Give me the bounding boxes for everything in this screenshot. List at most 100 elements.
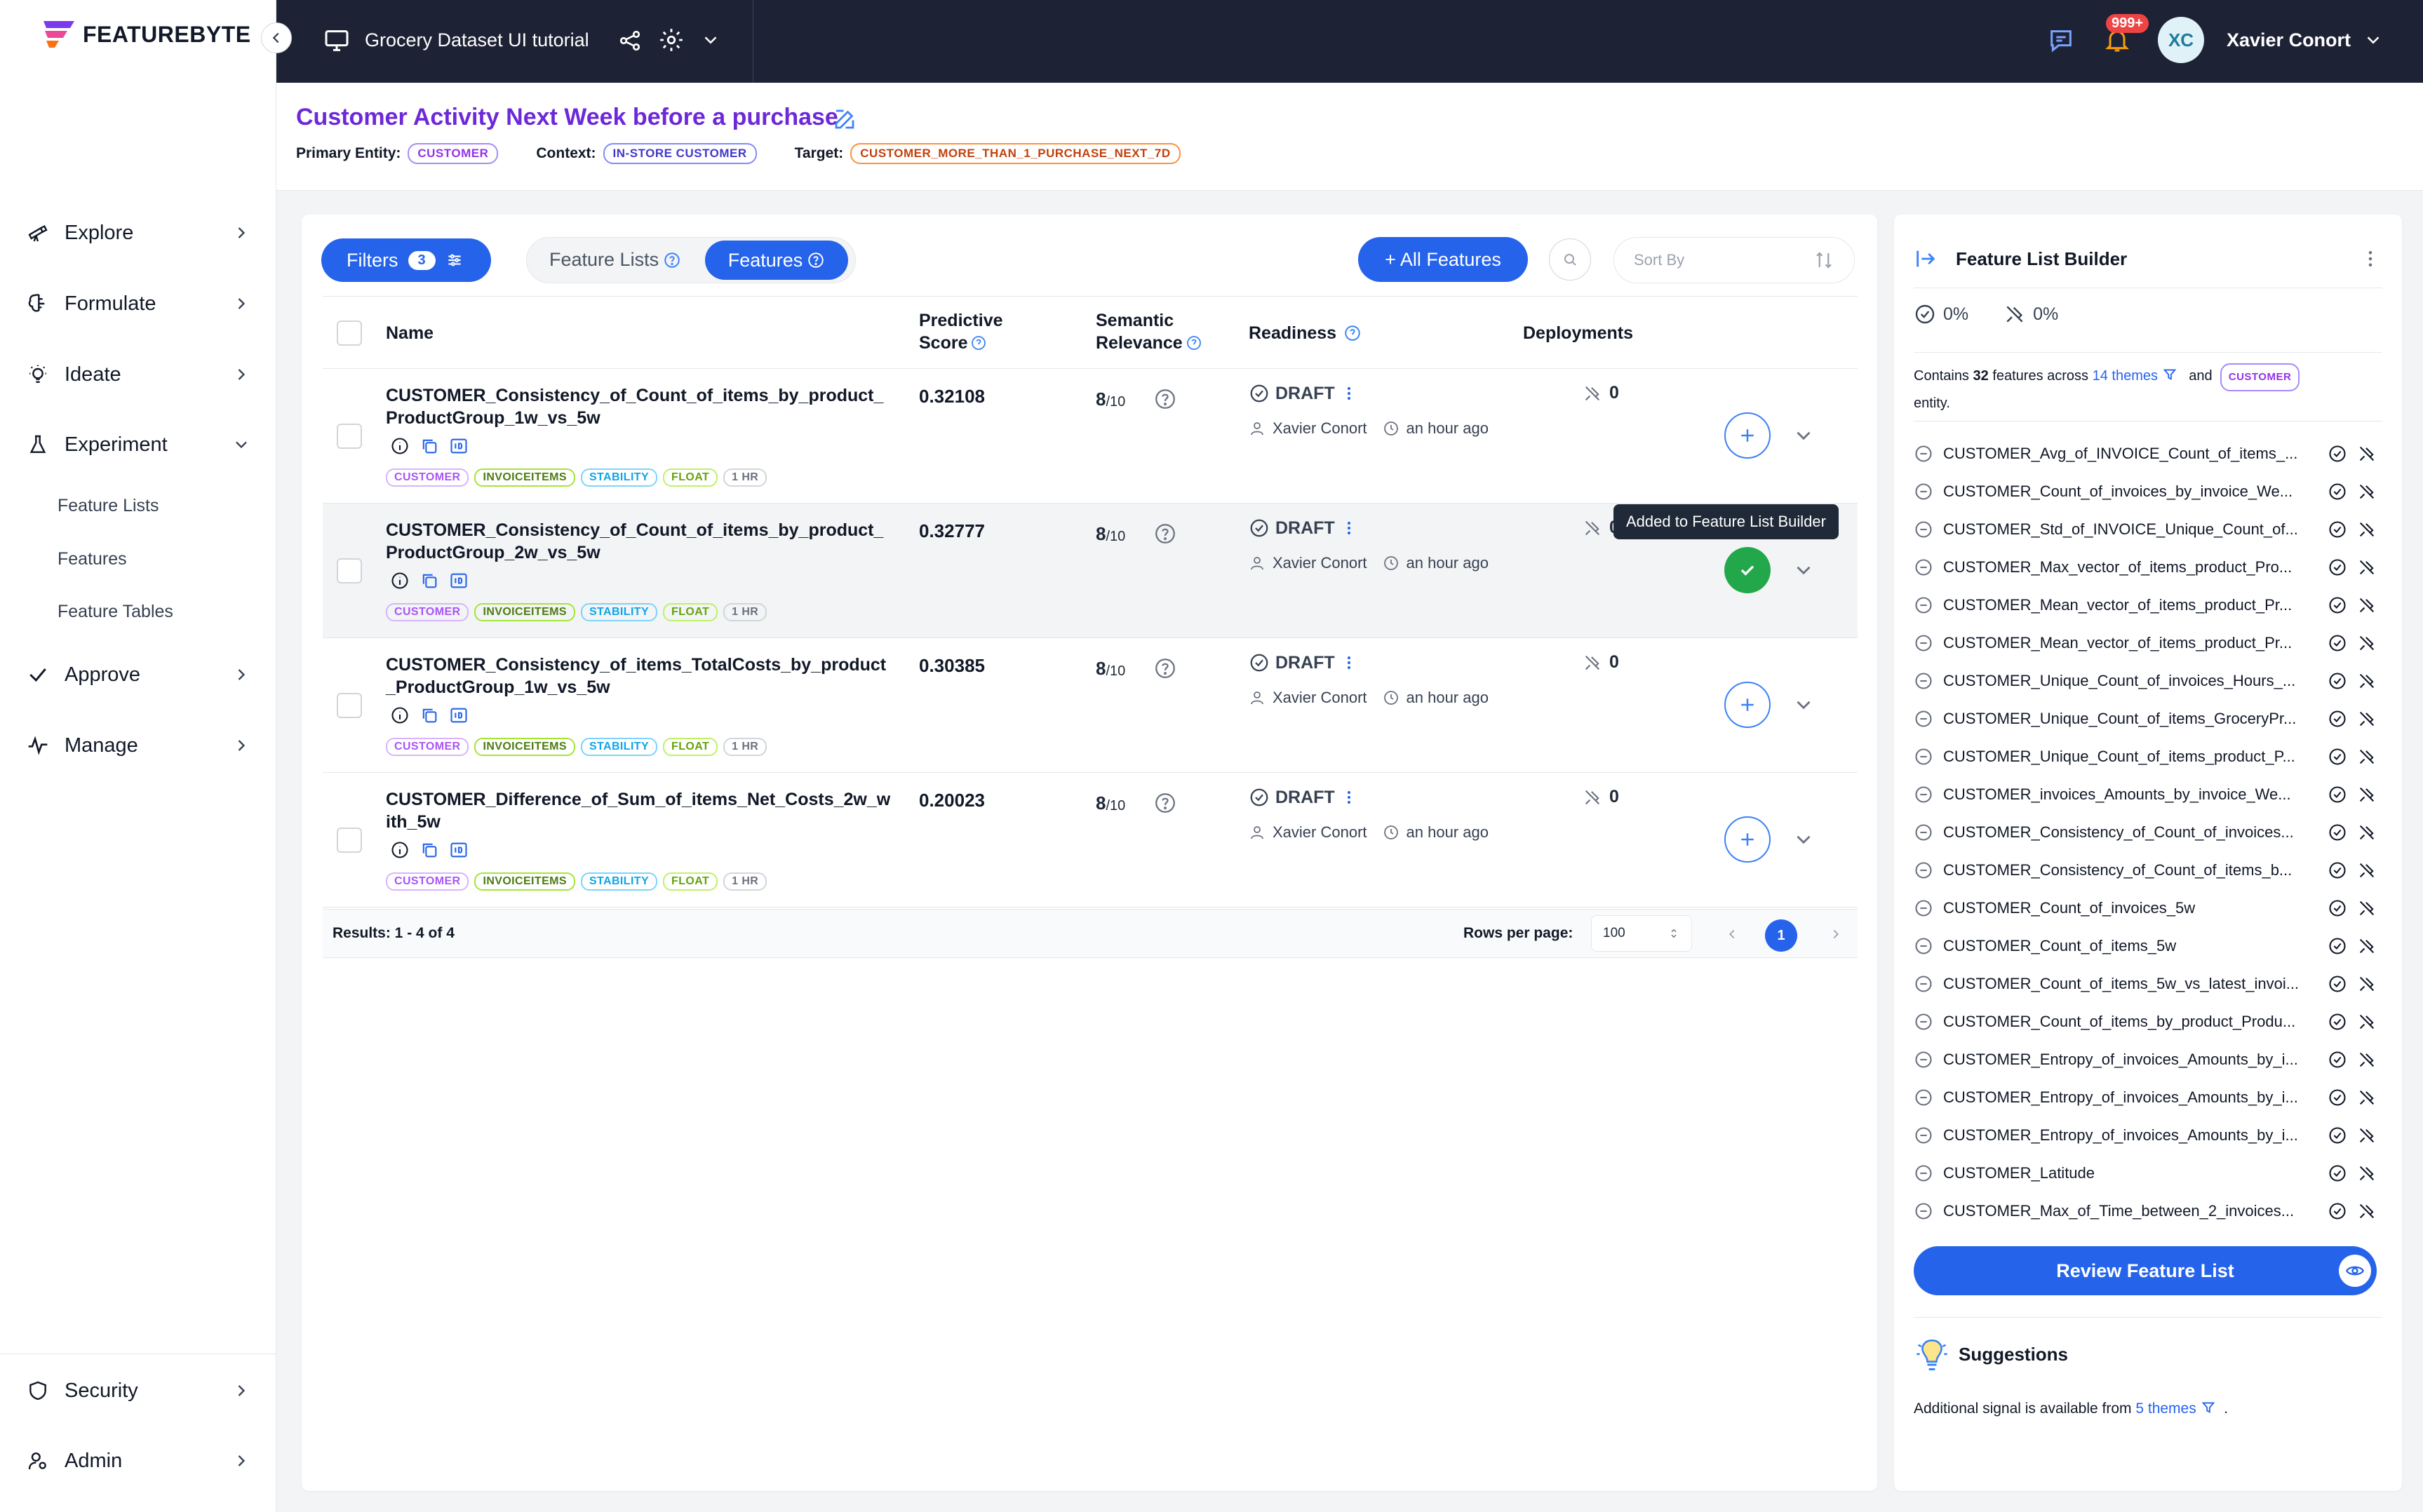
sidebar-subitem-feature-tables[interactable]: Feature Tables [58, 602, 173, 622]
builder-feature-item[interactable]: CUSTOMER_Unique_Count_of_invoices_Hours_… [1914, 662, 2377, 700]
primary-entity-pill[interactable]: CUSTOMER [408, 143, 499, 164]
copy-icon[interactable] [420, 436, 439, 456]
added-to-list-button[interactable] [1724, 547, 1771, 593]
feature-tag[interactable]: CUSTOMER [386, 468, 469, 487]
sidebar-item-approve[interactable]: Approve [25, 654, 251, 696]
remove-feature-icon[interactable] [1914, 860, 1933, 880]
feature-name[interactable]: CUSTOMER_Difference_of_Sum_of_items_Net_… [386, 788, 891, 833]
feature-tag[interactable]: STABILITY [580, 872, 658, 891]
share-icon[interactable] [617, 28, 643, 53]
rows-per-page-select[interactable]: 100 [1591, 915, 1692, 952]
context-pill[interactable]: IN-STORE CUSTOMER [603, 143, 757, 164]
builder-feature-item[interactable]: CUSTOMER_Count_of_items_by_product_Produ… [1914, 1003, 2377, 1041]
feature-tag[interactable]: 1 HR [723, 468, 767, 487]
remove-feature-icon[interactable] [1914, 444, 1933, 464]
id-icon[interactable] [449, 436, 469, 456]
review-feature-list-button[interactable]: Review Feature List [1914, 1246, 2377, 1295]
sidebar-item-manage[interactable]: Manage [25, 724, 251, 767]
remove-feature-icon[interactable] [1914, 709, 1933, 729]
builder-feature-item[interactable]: CUSTOMER_invoices_Amounts_by_invoice_We.… [1914, 776, 2377, 814]
remove-feature-icon[interactable] [1914, 633, 1933, 653]
row-checkbox[interactable] [337, 558, 362, 583]
filters-button[interactable]: Filters 3 [321, 238, 491, 282]
feature-tag[interactable]: CUSTOMER [386, 603, 469, 621]
feature-tag[interactable]: 1 HR [723, 872, 767, 891]
all-features-button[interactable]: + All Features [1358, 237, 1528, 282]
builder-feature-item[interactable]: CUSTOMER_Consistency_of_Count_of_items_b… [1914, 851, 2377, 889]
kebab-menu-icon[interactable] [1341, 383, 1357, 404]
remove-feature-icon[interactable] [1914, 974, 1933, 994]
builder-feature-item[interactable]: CUSTOMER_Std_of_INVOICE_Unique_Count_of.… [1914, 511, 2377, 548]
info-icon[interactable] [390, 571, 410, 590]
builder-feature-item[interactable]: CUSTOMER_Unique_Count_of_items_product_P… [1914, 738, 2377, 776]
feature-name[interactable]: CUSTOMER_Consistency_of_items_TotalCosts… [386, 654, 891, 698]
expand-row-chevron-icon[interactable] [1792, 424, 1815, 447]
builder-feature-item[interactable]: CUSTOMER_Max_vector_of_items_product_Pro… [1914, 548, 2377, 586]
feature-tag[interactable]: 1 HR [723, 603, 767, 621]
feature-tag[interactable]: INVOICEITEMS [474, 468, 575, 487]
remove-feature-icon[interactable] [1914, 671, 1933, 691]
prev-page-icon[interactable] [1724, 926, 1740, 942]
chat-icon[interactable] [2047, 27, 2075, 55]
remove-feature-icon[interactable] [1914, 1088, 1933, 1107]
info-icon[interactable] [390, 840, 410, 860]
remove-feature-icon[interactable] [1914, 1126, 1933, 1145]
kebab-menu-icon[interactable] [1341, 518, 1357, 539]
feature-tag[interactable]: FLOAT [663, 468, 718, 487]
col-deployments[interactable]: Deployments [1523, 322, 1633, 344]
target-pill[interactable]: CUSTOMER_MORE_THAN_1_PURCHASE_NEXT_7D [850, 143, 1181, 164]
builder-feature-item[interactable]: CUSTOMER_Count_of_items_5w [1914, 927, 2377, 965]
feature-tag[interactable]: STABILITY [580, 468, 658, 487]
expand-row-chevron-icon[interactable] [1792, 828, 1815, 851]
sidebar-item-ideate[interactable]: Ideate [25, 353, 251, 396]
builder-feature-item[interactable]: CUSTOMER_Mean_vector_of_items_product_Pr… [1914, 586, 2377, 624]
remove-feature-icon[interactable] [1914, 482, 1933, 501]
sidebar-item-formulate[interactable]: Formulate [25, 283, 251, 325]
feature-tag[interactable]: CUSTOMER [386, 872, 469, 891]
page-1-button[interactable]: 1 [1765, 919, 1797, 952]
feature-tag[interactable]: INVOICEITEMS [474, 603, 575, 621]
builder-feature-item[interactable]: CUSTOMER_Unique_Count_of_items_GroceryPr… [1914, 700, 2377, 738]
add-to-list-button[interactable] [1724, 412, 1771, 459]
row-checkbox[interactable] [337, 828, 362, 853]
remove-feature-icon[interactable] [1914, 823, 1933, 842]
chevron-down-icon[interactable] [2363, 29, 2384, 50]
user-name[interactable]: Xavier Conort [2227, 29, 2351, 51]
col-predictive-score[interactable]: Predictive Score [919, 309, 1003, 354]
row-checkbox[interactable] [337, 693, 362, 718]
sidebar-item-explore[interactable]: Explore [25, 212, 251, 254]
project-name[interactable]: Grocery Dataset UI tutorial [365, 29, 589, 51]
tab-feature-lists[interactable]: Feature Lists [549, 249, 681, 271]
copy-icon[interactable] [420, 840, 439, 860]
gear-icon[interactable] [658, 27, 685, 53]
remove-feature-icon[interactable] [1914, 595, 1933, 615]
kebab-menu-icon[interactable] [1341, 787, 1357, 808]
chevron-down-icon[interactable] [700, 29, 721, 50]
remove-feature-icon[interactable] [1914, 558, 1933, 577]
builder-feature-item[interactable]: CUSTOMER_Entropy_of_invoices_Amounts_by_… [1914, 1116, 2377, 1154]
remove-feature-icon[interactable] [1914, 747, 1933, 767]
tab-features[interactable]: Features [705, 241, 848, 280]
feature-tag[interactable]: STABILITY [580, 603, 658, 621]
feature-tag[interactable]: FLOAT [663, 603, 718, 621]
table-row[interactable]: CUSTOMER_Consistency_of_Count_of_items_b… [323, 369, 1858, 504]
remove-feature-icon[interactable] [1914, 1163, 1933, 1183]
sidebar-item-experiment[interactable]: Experiment [25, 424, 251, 466]
readiness-status[interactable]: DRAFT [1249, 383, 1357, 404]
search-button[interactable] [1549, 238, 1591, 281]
sort-select[interactable]: Sort By [1613, 237, 1855, 283]
sidebar-item-security[interactable]: Security [25, 1370, 251, 1412]
sidebar-subitem-feature-lists[interactable]: Feature Lists [58, 496, 159, 516]
feature-tag[interactable]: STABILITY [580, 738, 658, 756]
builder-feature-item[interactable]: CUSTOMER_Max_of_Time_between_2_invoices.… [1914, 1192, 2377, 1230]
info-icon[interactable] [390, 436, 410, 456]
remove-feature-icon[interactable] [1914, 785, 1933, 804]
col-readiness[interactable]: Readiness [1249, 322, 1362, 344]
builder-feature-item[interactable]: CUSTOMER_Consistency_of_Count_of_invoice… [1914, 814, 2377, 851]
readiness-status[interactable]: DRAFT [1249, 518, 1357, 539]
remove-feature-icon[interactable] [1914, 1201, 1933, 1221]
feature-name[interactable]: CUSTOMER_Consistency_of_Count_of_items_b… [386, 519, 891, 564]
builder-feature-item[interactable]: CUSTOMER_Count_of_invoices_5w [1914, 889, 2377, 927]
feature-tag[interactable]: 1 HR [723, 738, 767, 756]
feature-tag[interactable]: FLOAT [663, 738, 718, 756]
